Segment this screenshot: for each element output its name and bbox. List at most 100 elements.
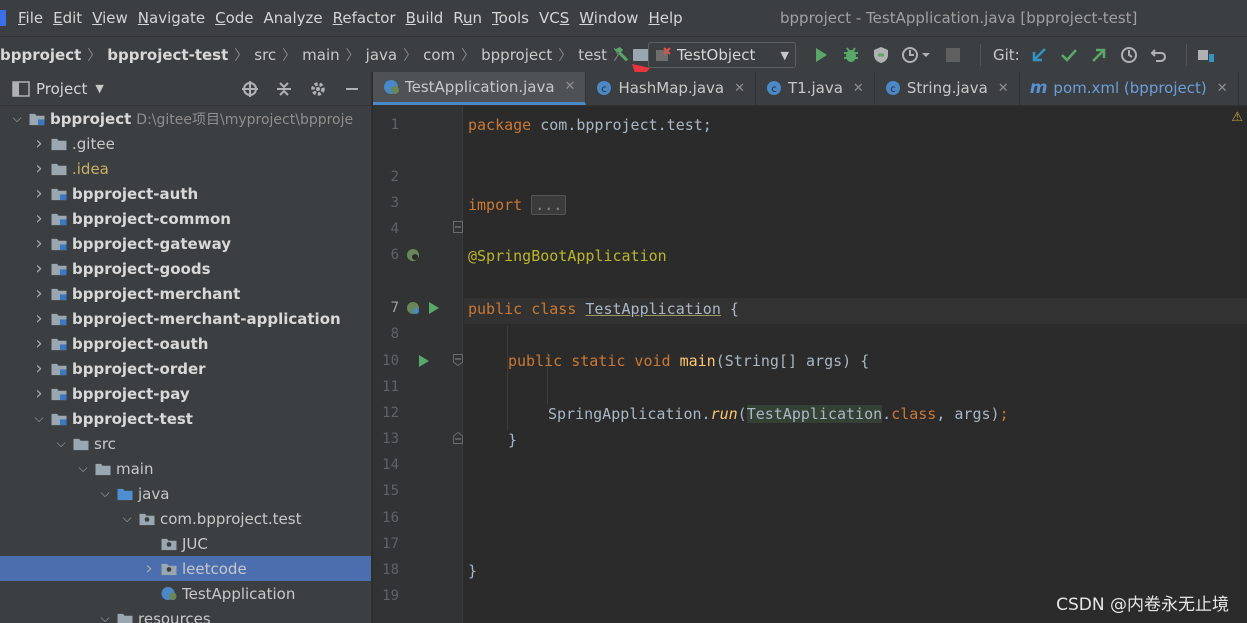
close-icon[interactable]: ✕ — [565, 79, 576, 94]
chevron-right-icon[interactable]: › — [32, 333, 46, 354]
menu-item-analyze[interactable]: Analyze — [264, 9, 323, 27]
tree-item-main[interactable]: ⌵ main — [0, 456, 371, 481]
chevron-right-icon[interactable]: › — [142, 558, 156, 579]
debug-icon[interactable] — [840, 44, 862, 66]
stop-icon[interactable] — [942, 44, 964, 66]
tree-item--gitee[interactable]: › .gitee — [0, 131, 371, 156]
tree-item-testapplication[interactable]: TestApplication — [0, 581, 371, 606]
tree-item-resources[interactable]: ⌵ resources — [0, 606, 371, 623]
chevron-right-icon[interactable]: › — [32, 158, 46, 179]
chevron-down-icon[interactable]: ⌵ — [120, 511, 134, 526]
breadcrumb-item[interactable]: bpproject-test — [107, 46, 228, 64]
menu-item-edit[interactable]: Edit — [53, 9, 82, 27]
tree-item-bpproject-order[interactable]: › bpproject-order — [0, 356, 371, 381]
tree-item-java[interactable]: ⌵ java — [0, 481, 371, 506]
tree-item-src[interactable]: ⌵ src — [0, 431, 371, 456]
tree-item--idea[interactable]: › .idea — [0, 156, 371, 181]
menu-item-window[interactable]: Window — [579, 9, 638, 27]
tree-item-bpproject-merchant-application[interactable]: › bpproject-merchant-application — [0, 306, 371, 331]
hide-panel-icon[interactable] — [341, 78, 363, 100]
build-hammer-icon[interactable] — [610, 44, 632, 66]
chevron-right-icon[interactable]: › — [32, 383, 46, 404]
warning-icon[interactable]: ⚠ — [1231, 110, 1243, 125]
chevron-down-icon[interactable]: ⌵ — [32, 411, 46, 426]
git-rollback-icon[interactable] — [1148, 44, 1170, 66]
chevron-down-icon[interactable]: ⌵ — [76, 461, 90, 476]
menu-item-view[interactable]: View — [92, 9, 128, 27]
gear-icon[interactable] — [307, 78, 329, 100]
run-gutter-icon[interactable] — [418, 354, 430, 368]
spring-bean-icon[interactable] — [405, 300, 421, 316]
editor-tab[interactable]: c String.java ✕ — [875, 72, 1020, 105]
editor-tab[interactable]: m — [1239, 72, 1247, 105]
run-config-select[interactable]: TestObject ▼ — [648, 42, 796, 68]
run-icon[interactable] — [810, 44, 832, 66]
chevron-down-icon[interactable]: ⌵ — [54, 436, 68, 451]
folded-imports[interactable]: ... — [531, 195, 567, 215]
profiler-icon[interactable] — [900, 44, 934, 66]
chevron-right-icon[interactable]: › — [32, 283, 46, 304]
chevron-right-icon[interactable]: › — [32, 233, 46, 254]
tree-item-bpproject-gateway[interactable]: › bpproject-gateway — [0, 231, 371, 256]
tree-item-leetcode[interactable]: › leetcode — [0, 556, 371, 581]
chevron-down-icon[interactable]: ⌵ — [98, 611, 112, 623]
menu-item-vcs[interactable]: VCS — [539, 9, 569, 27]
chevron-right-icon[interactable]: › — [32, 208, 46, 229]
fold-icon[interactable] — [453, 221, 463, 233]
tree-item-bpproject-auth[interactable]: › bpproject-auth — [0, 181, 371, 206]
chevron-down-icon[interactable]: ▼ — [95, 82, 103, 95]
breadcrumb-item[interactable]: bpproject — [481, 46, 552, 64]
chevron-right-icon[interactable]: › — [32, 358, 46, 379]
menu-item-help[interactable]: Help — [648, 9, 682, 27]
chevron-down-icon[interactable]: ⌵ — [10, 111, 24, 126]
git-update-icon[interactable] — [1028, 44, 1050, 66]
breadcrumb-item[interactable]: test — [578, 46, 607, 64]
menu-item-build[interactable]: Build — [406, 9, 444, 27]
git-commit-icon[interactable] — [1058, 44, 1080, 66]
menu-item-navigate[interactable]: Navigate — [138, 9, 205, 27]
tree-item-com-bpproject-test[interactable]: ⌵ com.bpproject.test — [0, 506, 371, 531]
close-icon[interactable]: ✕ — [734, 81, 745, 96]
menu-item-file[interactable]: File — [18, 9, 43, 27]
fold-icon[interactable] — [453, 354, 463, 366]
editor-tab[interactable]: c T1.java ✕ — [756, 72, 875, 105]
tree-item-bpproject[interactable]: ⌵ bpproject D:\gitee项目\myproject\bpproje — [0, 106, 371, 131]
tree-item-bpproject-goods[interactable]: › bpproject-goods — [0, 256, 371, 281]
menu-item-tools[interactable]: Tools — [492, 9, 529, 27]
chevron-right-icon[interactable]: › — [32, 308, 46, 329]
code-editor[interactable]: ⚠ package com.bpproject.test; import ...… — [464, 106, 1247, 623]
chevron-right-icon[interactable]: › — [32, 183, 46, 204]
fold-end-icon[interactable] — [453, 432, 463, 444]
breadcrumb-item[interactable]: src — [254, 46, 276, 64]
breadcrumb-item[interactable]: main — [302, 46, 339, 64]
chevron-right-icon[interactable]: › — [32, 258, 46, 279]
tree-item-bpproject-pay[interactable]: › bpproject-pay — [0, 381, 371, 406]
close-icon[interactable]: ✕ — [1217, 81, 1228, 96]
git-push-icon[interactable] — [1088, 44, 1110, 66]
close-icon[interactable]: ✕ — [998, 81, 1009, 96]
tree-item-juc[interactable]: JUC — [0, 531, 371, 556]
collapse-all-icon[interactable] — [273, 78, 295, 100]
close-icon[interactable]: ✕ — [853, 81, 864, 96]
editor-tab[interactable]: c HashMap.java ✕ — [586, 72, 757, 105]
breadcrumb-item[interactable]: com — [423, 46, 455, 64]
chevron-down-icon[interactable]: ⌵ — [98, 486, 112, 501]
editor-tab[interactable]: TestApplication.java ✕ — [373, 72, 587, 105]
breadcrumb-item[interactable]: bpproject — [0, 46, 81, 64]
chevron-right-icon[interactable]: › — [32, 133, 46, 154]
tree-item-bpproject-common[interactable]: › bpproject-common — [0, 206, 371, 231]
git-history-icon[interactable] — [1118, 44, 1140, 66]
menu-item-refactor[interactable]: Refactor — [333, 9, 396, 27]
editor-tab[interactable]: m pom.xml (bpproject) ✕ — [1020, 72, 1239, 105]
tree-item-bpproject-oauth[interactable]: › bpproject-oauth — [0, 331, 371, 356]
locate-file-icon[interactable] — [239, 78, 261, 100]
tree-item-bpproject-test[interactable]: ⌵ bpproject-test — [0, 406, 371, 431]
spring-bean-icon[interactable] — [405, 247, 421, 263]
menu-item-run[interactable]: Run — [453, 9, 482, 27]
project-panel-title[interactable]: Project — [36, 80, 87, 98]
tree-item-bpproject-merchant[interactable]: › bpproject-merchant — [0, 281, 371, 306]
menu-item-code[interactable]: Code — [215, 9, 253, 27]
project-structure-icon[interactable] — [1195, 44, 1217, 66]
coverage-icon[interactable] — [870, 44, 892, 66]
breadcrumb-item[interactable]: java — [366, 46, 397, 64]
